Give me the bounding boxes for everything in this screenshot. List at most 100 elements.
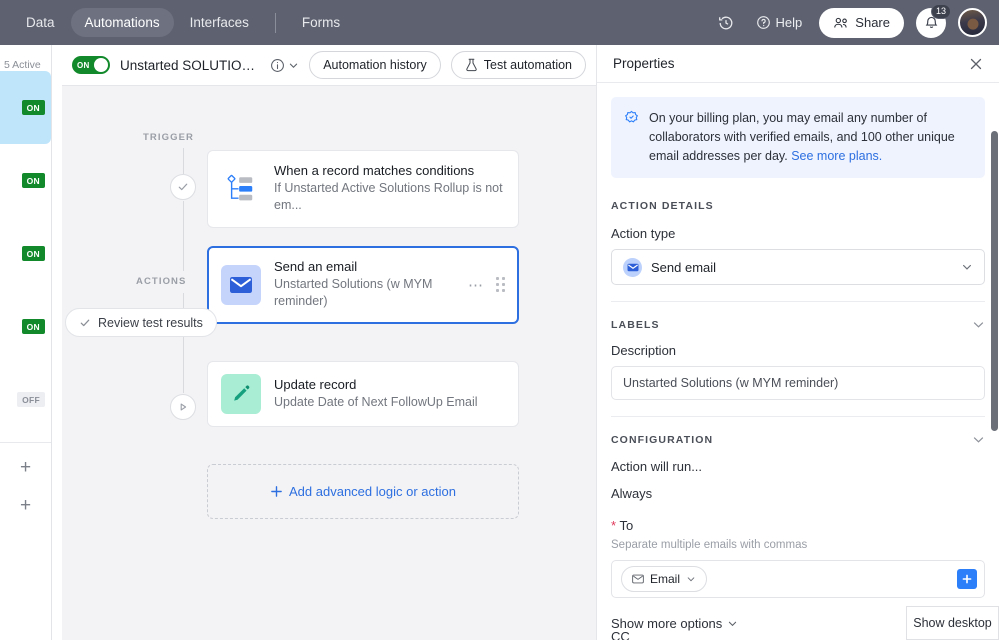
sidebar-item-4[interactable]: OFF [0, 363, 51, 436]
tab-data[interactable]: Data [12, 8, 69, 37]
close-icon[interactable] [969, 57, 983, 71]
node-card-trigger[interactable]: When a record matches conditions If Unst… [207, 150, 519, 228]
node-actions: ⋯ [468, 276, 505, 294]
test-automation-button[interactable]: Test automation [450, 51, 586, 79]
pencil-icon [221, 374, 261, 414]
automation-title[interactable]: Unstarted SOLUTIONS Email to ... [120, 58, 260, 73]
node-title: Send an email [274, 259, 358, 274]
history-button[interactable] [709, 8, 743, 38]
topbar-right-group: Help Share 13 [709, 3, 987, 38]
review-test-results-button[interactable]: Review test results [65, 308, 217, 337]
actions-section-label: ACTIONS [136, 276, 187, 287]
trigger-status-node[interactable] [170, 174, 196, 200]
flask-icon [465, 58, 478, 72]
share-label: Share [855, 15, 890, 30]
configuration-section: CONFIGURATION Action will run... Always … [597, 433, 999, 640]
envelope-outline-icon [632, 574, 644, 584]
check-circle-icon [177, 181, 189, 193]
help-label: Help [775, 15, 803, 30]
action-details-title: ACTION DETAILS [611, 200, 714, 212]
action-will-run-value: Always [611, 486, 653, 501]
description-value: Unstarted Solutions (w MYM reminder) [623, 376, 839, 390]
action-type-label: Action type [611, 226, 676, 241]
badge-star-icon [624, 110, 639, 166]
tab-interfaces[interactable]: Interfaces [176, 8, 263, 37]
cc-field-label: CC [611, 629, 630, 640]
info-circle-icon [270, 58, 285, 73]
review-test-results-label: Review test results [98, 315, 203, 330]
automation-history-label: Automation history [323, 58, 427, 72]
automation-history-button[interactable]: Automation history [309, 51, 441, 79]
record-conditions-icon [221, 169, 261, 209]
envelope-icon [221, 264, 261, 305]
node-text-group: Update record Update Date of Next Follow… [274, 377, 505, 411]
node-card-update-record[interactable]: Update record Update Date of Next Follow… [207, 361, 519, 427]
node-text-group: Send an email Unstarted Solutions (w MYM… [274, 259, 455, 311]
nav-divider [274, 12, 276, 33]
rail-line-mid [183, 201, 184, 271]
properties-panel: Properties On your billing plan, you may… [596, 45, 999, 640]
top-navigation-bar: Data Automations Interfaces Forms Help S… [0, 0, 999, 45]
labels-section: LABELS Description Unstarted Solutions (… [597, 318, 999, 417]
action-type-value: Send email [651, 259, 717, 275]
automation-info-menu[interactable] [270, 58, 299, 73]
sidebar-item-1[interactable]: ON [0, 144, 51, 217]
add-automation-button[interactable]: + [0, 449, 51, 487]
configuration-section-header: CONFIGURATION [611, 433, 985, 446]
labels-title: LABELS [611, 318, 660, 331]
flow-canvas: TRIGGER ACTIONS Review test results When… [62, 86, 596, 640]
to-field-input[interactable]: Email [611, 560, 985, 598]
properties-title: Properties [613, 56, 675, 71]
show-desktop-tooltip[interactable]: Show desktop [906, 606, 999, 640]
properties-scrollbar[interactable] [991, 131, 998, 431]
sidebar-item-0[interactable]: ON [0, 71, 51, 144]
automation-enable-toggle[interactable]: ON [72, 56, 110, 74]
properties-body: On your billing plan, you may email any … [597, 83, 999, 640]
sidebar-divider [0, 442, 51, 443]
help-button[interactable]: Help [747, 8, 812, 38]
ellipsis-icon[interactable]: ⋯ [468, 276, 484, 294]
chevron-down-icon [961, 261, 973, 273]
history-icon [718, 15, 734, 31]
notifications-button[interactable]: 13 [916, 3, 951, 38]
description-input[interactable]: Unstarted Solutions (w MYM reminder) [611, 366, 985, 400]
user-avatar[interactable] [958, 8, 987, 37]
automation-canvas-area: ON Unstarted SOLUTIONS Email to ... Auto… [62, 45, 596, 640]
action-type-select[interactable]: Send email [611, 249, 985, 285]
properties-header: Properties [597, 45, 999, 83]
people-icon [833, 16, 849, 30]
nav-tabs: Data Automations Interfaces Forms [12, 8, 354, 37]
run-step-node[interactable] [170, 394, 196, 420]
status-badge: ON [21, 100, 45, 115]
notification-badge: 13 [930, 3, 951, 19]
description-label: Description [611, 343, 677, 358]
automations-sidebar: 5 Active ON ON ON ON OFF + + [0, 45, 52, 640]
to-field-hint: Separate multiple emails with commas [611, 539, 808, 551]
chevron-down-icon [686, 574, 696, 584]
tab-forms[interactable]: Forms [288, 8, 354, 37]
see-more-plans-link[interactable]: See more plans. [791, 149, 882, 163]
email-type-chip[interactable]: Email [621, 566, 708, 592]
add-automation-button-2[interactable]: + [0, 487, 51, 525]
sidebar-item-2[interactable]: ON [0, 217, 51, 290]
banner-text-group: On your billing plan, you may email any … [649, 109, 972, 166]
billing-plan-banner: On your billing plan, you may email any … [611, 97, 985, 178]
rail-line-top [183, 148, 184, 174]
configuration-title: CONFIGURATION [611, 433, 714, 446]
share-button[interactable]: Share [819, 7, 904, 38]
drag-handle-icon[interactable] [496, 277, 505, 293]
add-recipient-button[interactable] [957, 569, 977, 589]
sidebar-item-3[interactable]: ON [0, 290, 51, 363]
to-label-text: To [619, 518, 634, 533]
add-advanced-logic-button[interactable]: Add advanced logic or action [207, 464, 519, 519]
toggle-state-label: ON [77, 60, 90, 70]
chevron-down-icon[interactable] [972, 433, 985, 446]
node-card-send-email[interactable]: Send an email Unstarted Solutions (w MYM… [207, 246, 519, 324]
plus-icon [270, 485, 283, 498]
email-chip-label: Email [650, 572, 681, 586]
trigger-section-label: TRIGGER [143, 132, 194, 143]
chevron-down-icon[interactable] [972, 318, 985, 331]
node-subtitle: If Unstarted Active Solutions Rollup is … [274, 181, 503, 213]
node-subtitle: Unstarted Solutions (w MYM reminder) [274, 277, 433, 309]
tab-automations[interactable]: Automations [70, 8, 174, 37]
